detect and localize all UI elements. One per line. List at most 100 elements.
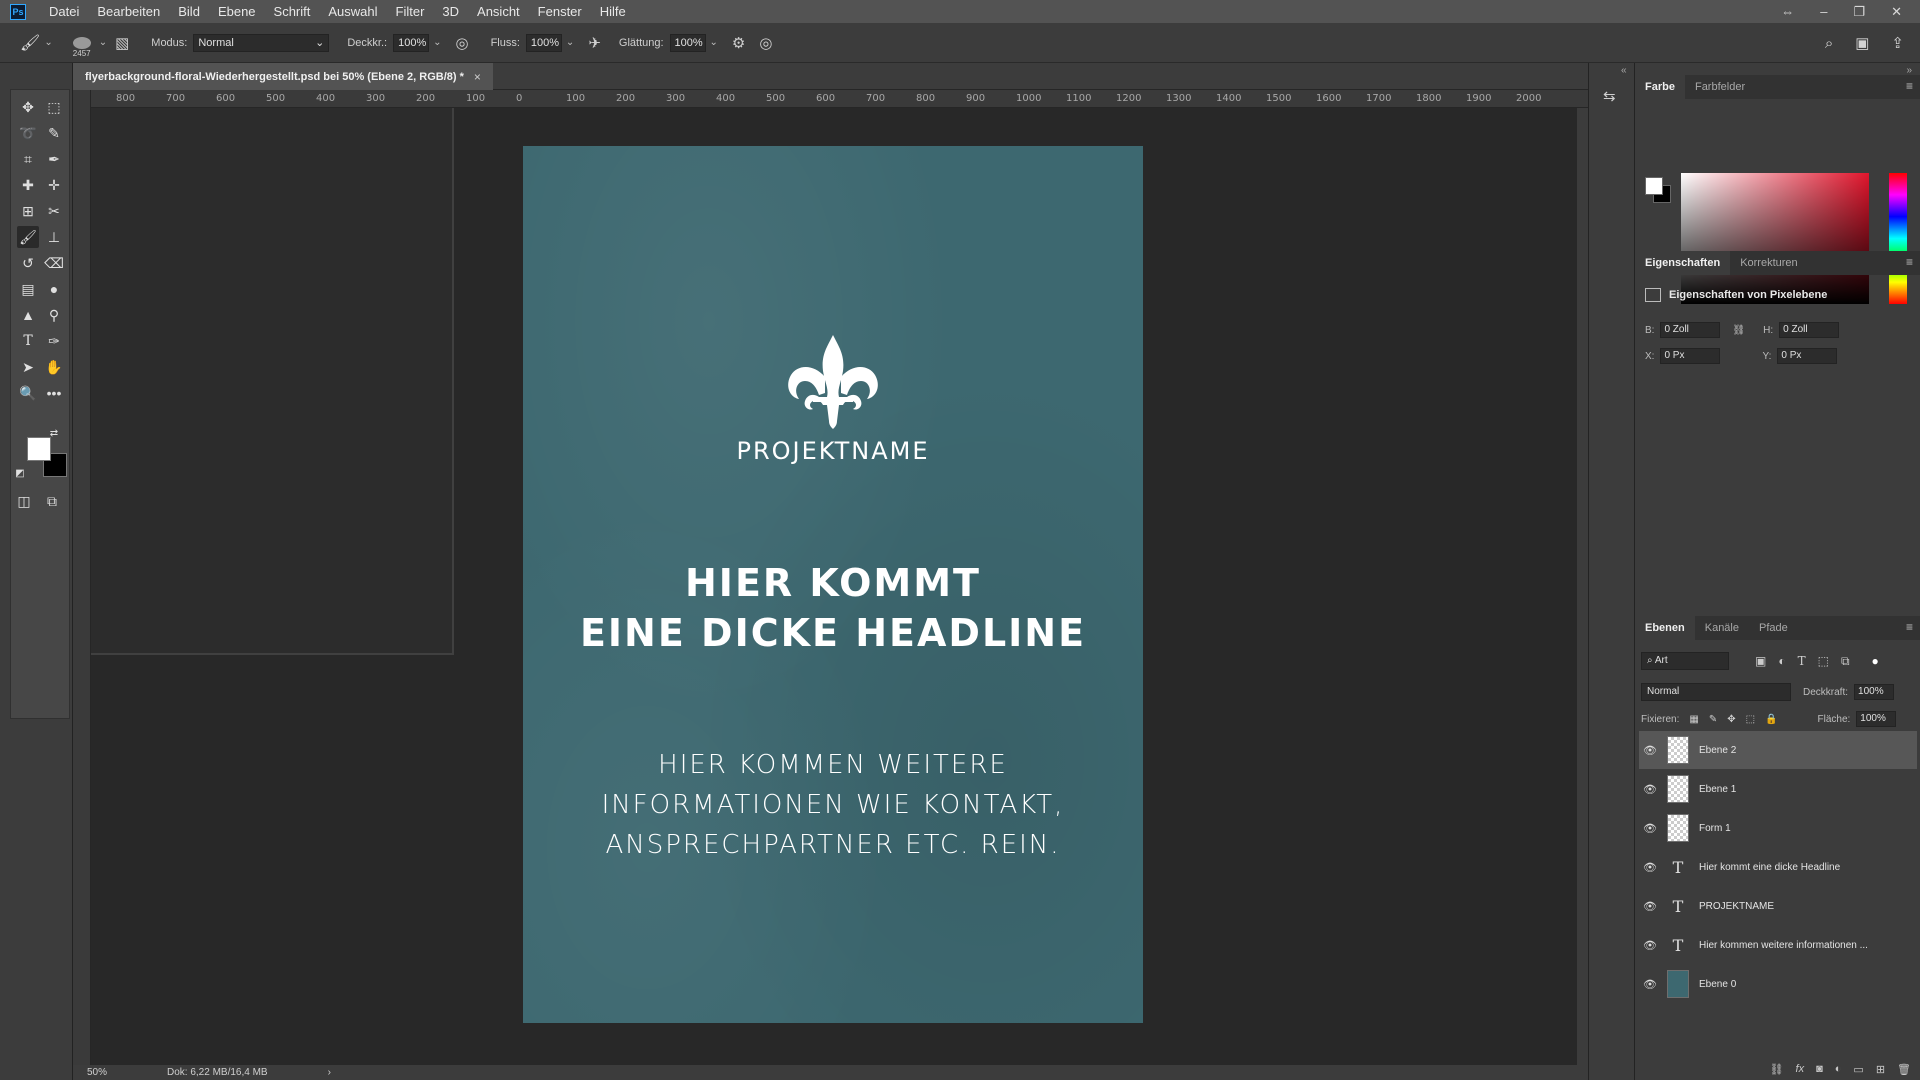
filter-toggle-icon[interactable]: ● xyxy=(1872,654,1879,668)
flyer-artboard[interactable]: PROJEKTNAME HIER KOMMT EINE DICKE HEADLI… xyxy=(523,146,1143,1023)
crop-tool-icon[interactable]: ⌗ xyxy=(17,148,39,170)
lasso-tool-icon[interactable]: ➰ xyxy=(17,122,39,144)
workspace-icon[interactable]: ▣ xyxy=(1855,34,1869,52)
layer-row[interactable]: 👁 Form 1 xyxy=(1639,809,1917,847)
close-tab-icon[interactable]: × xyxy=(474,70,481,84)
new-layer-icon[interactable]: ⊞ xyxy=(1876,1063,1885,1076)
history-brush-tool-icon[interactable]: ↺ xyxy=(17,252,39,274)
blur-tool-icon[interactable]: ● xyxy=(43,278,65,300)
tab-ebenen[interactable]: Ebenen xyxy=(1635,616,1695,640)
document-tab[interactable]: flyerbackground-floral-Wiederhergestellt… xyxy=(73,63,493,90)
hand-tool-icon[interactable]: ✋ xyxy=(43,356,65,378)
fx-icon[interactable]: fx xyxy=(1796,1063,1805,1075)
smoothing-input[interactable]: 100% xyxy=(669,33,706,52)
spot-healing-tool-icon[interactable]: ✚ xyxy=(17,174,39,196)
close-window-icon[interactable]: ✕ xyxy=(1891,4,1902,20)
brush-tool-icon[interactable]: 🖌 xyxy=(17,226,39,248)
share-icon[interactable]: ⇪ xyxy=(1891,34,1904,52)
menu-bild[interactable]: Bild xyxy=(169,4,209,19)
brush-settings-icon[interactable]: ▧ xyxy=(115,34,129,52)
brush-tool-preset-icon[interactable]: 🖌 xyxy=(20,33,40,53)
y-input[interactable]: 0 Px xyxy=(1777,348,1838,364)
filter-type-icon[interactable]: T xyxy=(1798,654,1806,668)
status-arrow-icon[interactable]: › xyxy=(328,1067,331,1078)
tab-farbe[interactable]: Farbe xyxy=(1635,75,1685,99)
screen-mode-icon[interactable]: ⧉ xyxy=(41,490,63,512)
menu-auswahl[interactable]: Auswahl xyxy=(319,4,386,19)
eye-icon[interactable]: 👁 xyxy=(1639,744,1661,757)
opacity-input[interactable]: 100% xyxy=(393,33,430,52)
menu-ansicht[interactable]: Ansicht xyxy=(468,4,529,19)
pressure-opacity-icon[interactable]: ◎ xyxy=(455,34,468,52)
layer-name[interactable]: Hier kommen weitere informationen ... xyxy=(1699,940,1868,951)
move-tool-icon[interactable]: ✥ xyxy=(17,96,39,118)
link-layers-icon[interactable]: ⛓ xyxy=(1770,1063,1784,1076)
add-mask-icon[interactable]: ◙ xyxy=(1816,1063,1823,1075)
restore-icon[interactable]: ❐ xyxy=(1853,4,1865,20)
layer-name[interactable]: Ebene 1 xyxy=(1699,784,1736,795)
pen-tool-icon[interactable]: ✑ xyxy=(43,330,65,352)
eye-icon[interactable]: 👁 xyxy=(1639,939,1661,952)
layer-name[interactable]: Hier kommt eine dicke Headline xyxy=(1699,862,1840,873)
default-colors-icon[interactable]: ◩ xyxy=(13,466,27,480)
healing-tool-icon[interactable]: ✛ xyxy=(43,174,65,196)
zoom-level[interactable]: 50% xyxy=(87,1067,147,1078)
trash-icon[interactable]: 🗑 xyxy=(1897,1063,1911,1076)
tab-pfade[interactable]: Pfade xyxy=(1749,616,1798,640)
minimize-icon[interactable]: – xyxy=(1820,4,1827,19)
tab-kanaele[interactable]: Kanäle xyxy=(1695,616,1749,640)
scissors-tool-icon[interactable]: ✂ xyxy=(43,200,65,222)
smoothing-dropdown-icon[interactable]: ⌄ xyxy=(710,37,718,48)
menu-3d[interactable]: 3D xyxy=(433,4,468,19)
gear-icon[interactable]: ⚙ xyxy=(732,34,745,52)
layer-name[interactable]: Ebene 2 xyxy=(1699,745,1736,756)
menu-hilfe[interactable]: Hilfe xyxy=(591,4,635,19)
canvas-area[interactable]: PROJEKTNAME HIER KOMMT EINE DICKE HEADLI… xyxy=(91,108,1588,1065)
marquee-tool-icon[interactable]: ⬚ xyxy=(43,96,65,118)
lock-position-icon[interactable]: ✥ xyxy=(1727,714,1735,725)
layer-name[interactable]: Ebene 0 xyxy=(1699,979,1736,990)
panel-menu-icon[interactable]: ≡ xyxy=(1906,620,1913,634)
fill-input[interactable]: 100% xyxy=(1856,711,1897,727)
lock-pixels-icon[interactable]: ✎ xyxy=(1709,714,1717,725)
layer-row[interactable]: 👁 Ebene 1 xyxy=(1639,770,1917,808)
foreground-color-swatch[interactable] xyxy=(27,437,51,461)
type-tool-icon[interactable]: T xyxy=(17,330,39,352)
filter-pixel-icon[interactable]: ▣ xyxy=(1755,654,1766,668)
search-icon[interactable]: ⌕ xyxy=(1825,35,1833,52)
layer-row[interactable]: 👁 T Hier kommen weitere informationen ..… xyxy=(1639,926,1917,964)
layer-row[interactable]: 👁 T PROJEKTNAME xyxy=(1639,887,1917,925)
eye-icon[interactable]: 👁 xyxy=(1639,978,1661,991)
layer-row[interactable]: 👁 Ebene 0 xyxy=(1639,965,1917,1003)
layer-filter-select[interactable]: ⌕ Art xyxy=(1641,652,1729,670)
stamp-tool-icon[interactable]: ⊥ xyxy=(43,226,65,248)
brush-picker-dropdown-icon[interactable]: ⌄ xyxy=(99,37,107,48)
content-aware-tool-icon[interactable]: ⊞ xyxy=(17,200,39,222)
path-select-tool-icon[interactable]: ➤ xyxy=(17,356,39,378)
collapse-arrows-icon[interactable]: ⇔ xyxy=(1781,4,1794,19)
filter-smart-object-icon[interactable]: ⧉ xyxy=(1841,654,1850,669)
pressure-size-icon[interactable]: ◎ xyxy=(759,34,772,52)
menu-datei[interactable]: Datei xyxy=(40,4,88,19)
filter-shape-icon[interactable]: ⬚ xyxy=(1818,654,1829,668)
layer-name[interactable]: PROJEKTNAME xyxy=(1699,901,1774,912)
eye-icon[interactable]: 👁 xyxy=(1639,822,1661,835)
menu-ebene[interactable]: Ebene xyxy=(209,4,265,19)
brush-size-picker[interactable]: 2457 xyxy=(69,28,95,58)
lock-all-icon[interactable]: 🔒 xyxy=(1765,714,1777,725)
history-panel-icon[interactable]: ⇆ xyxy=(1603,87,1616,105)
collapse-dock-icon[interactable]: « xyxy=(1621,65,1627,76)
layer-row[interactable]: 👁 T Hier kommt eine dicke Headline xyxy=(1639,848,1917,886)
blend-mode-select[interactable]: Normal xyxy=(1641,683,1791,701)
tab-farbfelder[interactable]: Farbfelder xyxy=(1685,75,1755,99)
burn-tool-icon[interactable]: ⚲ xyxy=(43,304,65,326)
width-input[interactable]: 0 Zoll xyxy=(1660,322,1721,338)
filter-adjustment-icon[interactable]: ◐ xyxy=(1778,654,1785,668)
layer-opacity-input[interactable]: 100% xyxy=(1854,684,1895,700)
layer-name[interactable]: Form 1 xyxy=(1699,823,1731,834)
swap-colors-icon[interactable]: ⇄ xyxy=(47,426,61,440)
quick-select-tool-icon[interactable]: ✎ xyxy=(43,122,65,144)
eye-icon[interactable]: 👁 xyxy=(1639,900,1661,913)
hue-slider[interactable] xyxy=(1889,173,1907,304)
eraser-tool-icon[interactable]: ⌫ xyxy=(43,252,65,274)
